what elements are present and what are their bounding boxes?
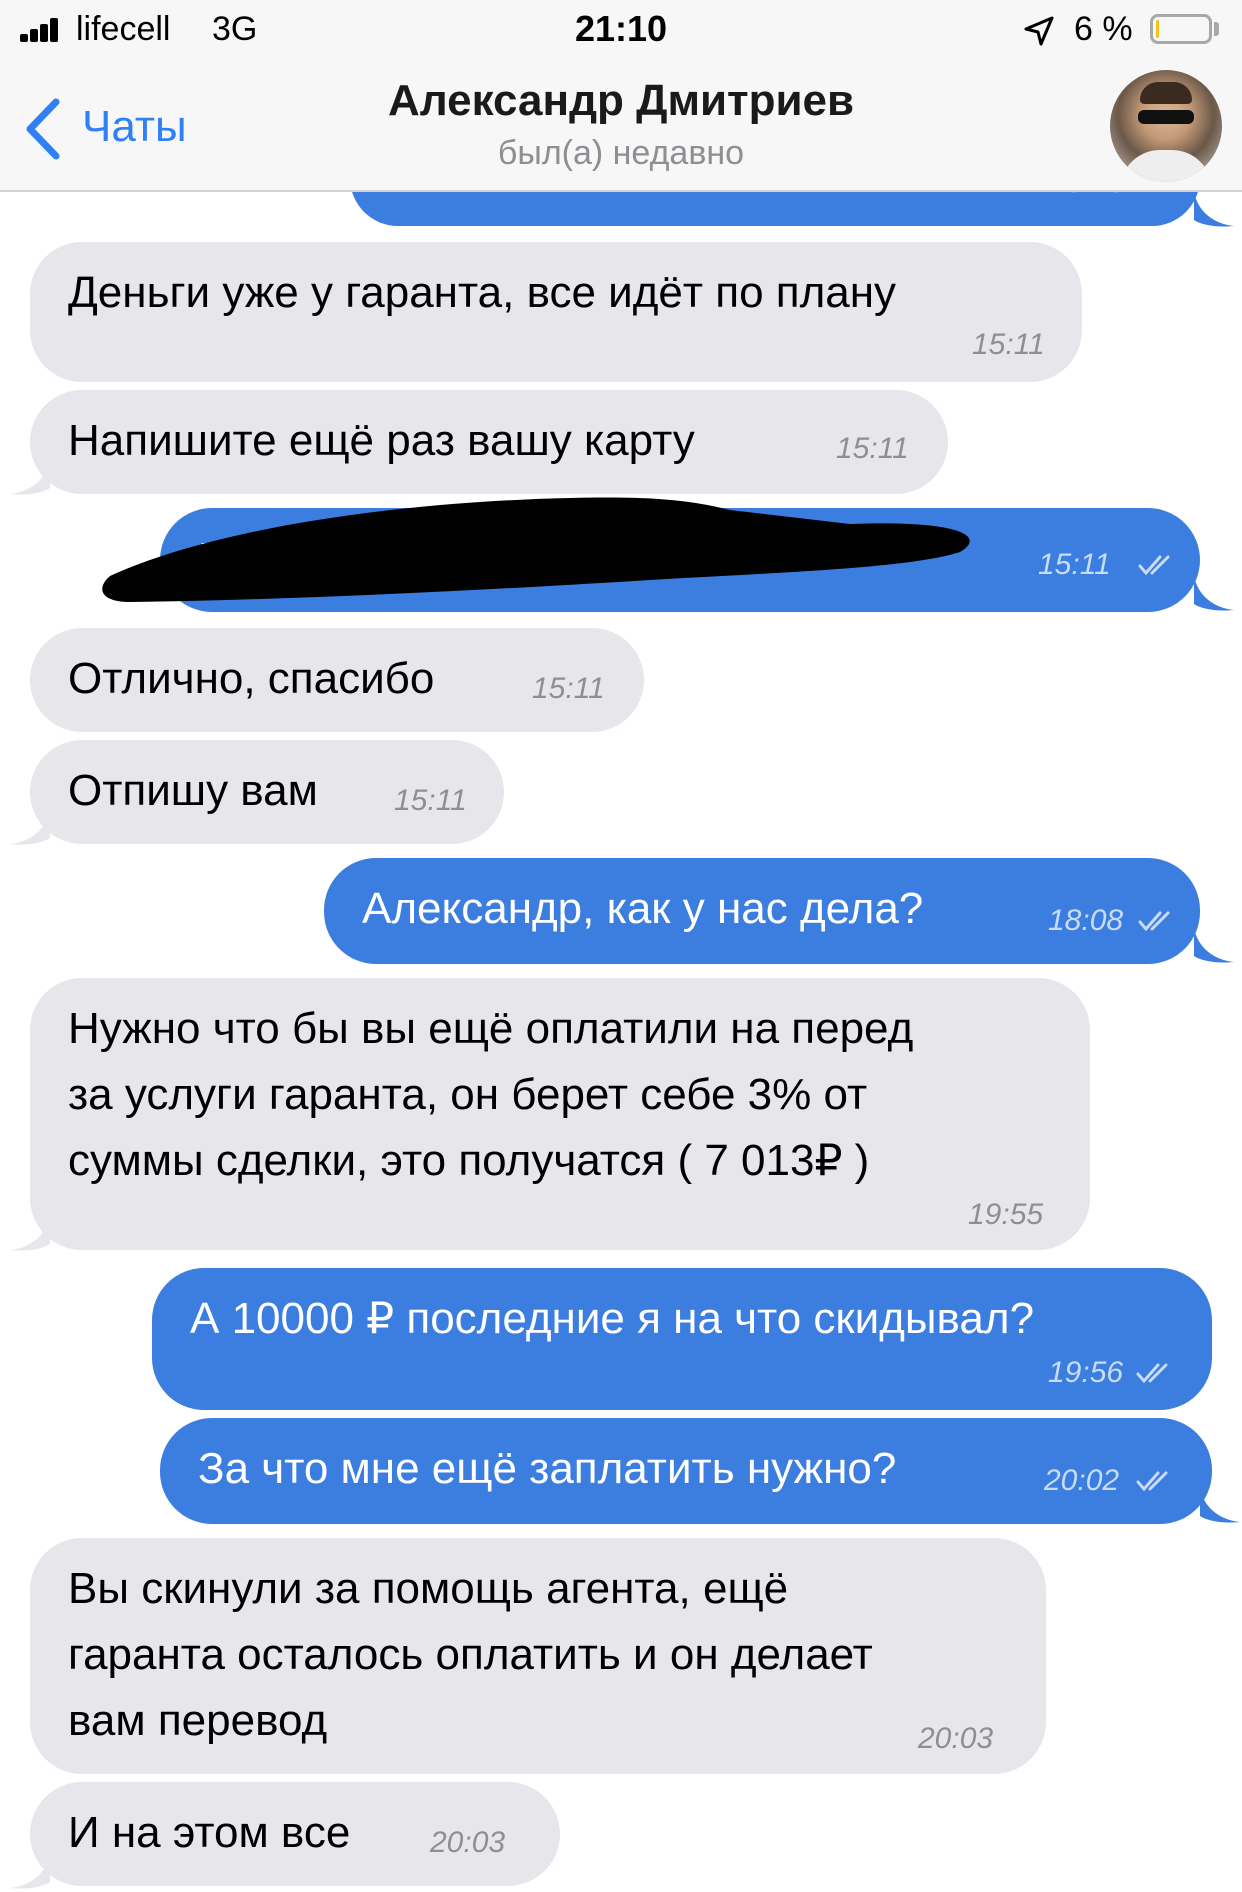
message-time: 15:11 [836, 432, 909, 465]
message-text: Отлично, спасибо [68, 654, 435, 703]
battery-nub [1214, 22, 1219, 36]
message-time: 18:08 [1048, 904, 1124, 937]
message-bubble-incoming[interactable]: И на этом все 20:03 [30, 1782, 560, 1886]
message-bubble-incoming[interactable]: Отлично, спасибо 15:11 [30, 628, 644, 732]
message-time: 15:11 [394, 784, 467, 817]
message-bubble-incoming[interactable]: Нужно что бы вы ещё оплатили на перед за… [30, 978, 1090, 1250]
message-text: Вы скинули за помощь агента, ещё гаранта… [68, 1564, 873, 1745]
redaction-scribble [102, 497, 970, 602]
bubble-tail [10, 460, 50, 495]
avatar[interactable] [1110, 70, 1222, 182]
message-text: За что мне ещё заплатить нужно? [198, 1444, 897, 1493]
chevron-left-icon [26, 98, 60, 160]
status-bar: lifecell 3G 21:10 6 % [0, 0, 1242, 60]
contact-name[interactable]: Александр Дмитриев [250, 76, 992, 126]
message-text: Деньги уже у гаранта, все идёт по плану [68, 268, 897, 317]
read-ticks-icon [1136, 1471, 1168, 1492]
message-text: Александр, как у нас дела? [362, 884, 924, 933]
read-ticks-icon [1138, 555, 1170, 576]
contact-status: был(а) недавно [497, 134, 745, 172]
message-bubble-outgoing[interactable]: 15:10 [350, 190, 1200, 226]
read-ticks-icon [1136, 1363, 1168, 1384]
battery-level-fill [1156, 20, 1159, 38]
message-bubble-incoming[interactable]: Отпишу вам 15:11 [30, 740, 504, 844]
bubble-tail [10, 1854, 50, 1889]
back-button-label: Чаты [82, 102, 187, 151]
bubble-tail [10, 1216, 50, 1251]
message-bubble-outgoing[interactable]: За что мне ещё заплатить нужно? 20:02 [160, 1418, 1212, 1524]
location-arrow-icon [1024, 16, 1054, 46]
bubble-tail [1200, 1488, 1240, 1523]
bubble-tail [1194, 192, 1234, 227]
message-bubble-incoming[interactable]: Напишите ещё раз вашу карту 15:11 [30, 390, 948, 494]
message-text: А 10000 ₽ последние я на что скидывал? [190, 1294, 1035, 1343]
message-text: И на этом все [68, 1808, 351, 1857]
message-time: 20:03 [918, 1722, 994, 1755]
message-text: Напишите ещё раз вашу карту [68, 416, 695, 465]
bubble-tail [10, 810, 50, 845]
message-bubble-incoming[interactable]: Вы скинули за помощь агента, ещё гаранта… [30, 1538, 1046, 1774]
back-button[interactable]: Чаты [20, 94, 220, 164]
message-time: 15:11 [972, 328, 1045, 361]
message-bubble-outgoing[interactable]: Александр, как у нас дела? 18:08 [324, 858, 1200, 964]
message-time: 20:03 [430, 1826, 506, 1859]
bubble-tail [1194, 928, 1234, 963]
message-time: 15:11 [532, 672, 605, 705]
read-ticks-icon [1138, 911, 1170, 932]
message-text: Отпишу вам [68, 766, 318, 815]
bubble-tail [1194, 576, 1234, 611]
chat-header: Чаты Александр Дмитриев был(а) недавно [0, 60, 1242, 192]
message-time: 19:55 [968, 1198, 1044, 1231]
message-list[interactable]: 15:10 Деньги уже у гаранта, все идёт по … [0, 190, 1242, 1892]
message-bubble-incoming[interactable]: Деньги уже у гаранта, все идёт по плану … [30, 242, 1082, 382]
message-time: 19:56 [1048, 1356, 1124, 1389]
battery-percent: 6 % [1074, 10, 1133, 48]
message-bubble-outgoing[interactable]: А 10000 ₽ последние я на что скидывал? 1… [152, 1268, 1212, 1410]
message-text: Нужно что бы вы ещё оплатили на перед за… [68, 1004, 914, 1185]
battery-icon [1150, 14, 1212, 44]
message-time: 20:02 [1044, 1464, 1120, 1497]
